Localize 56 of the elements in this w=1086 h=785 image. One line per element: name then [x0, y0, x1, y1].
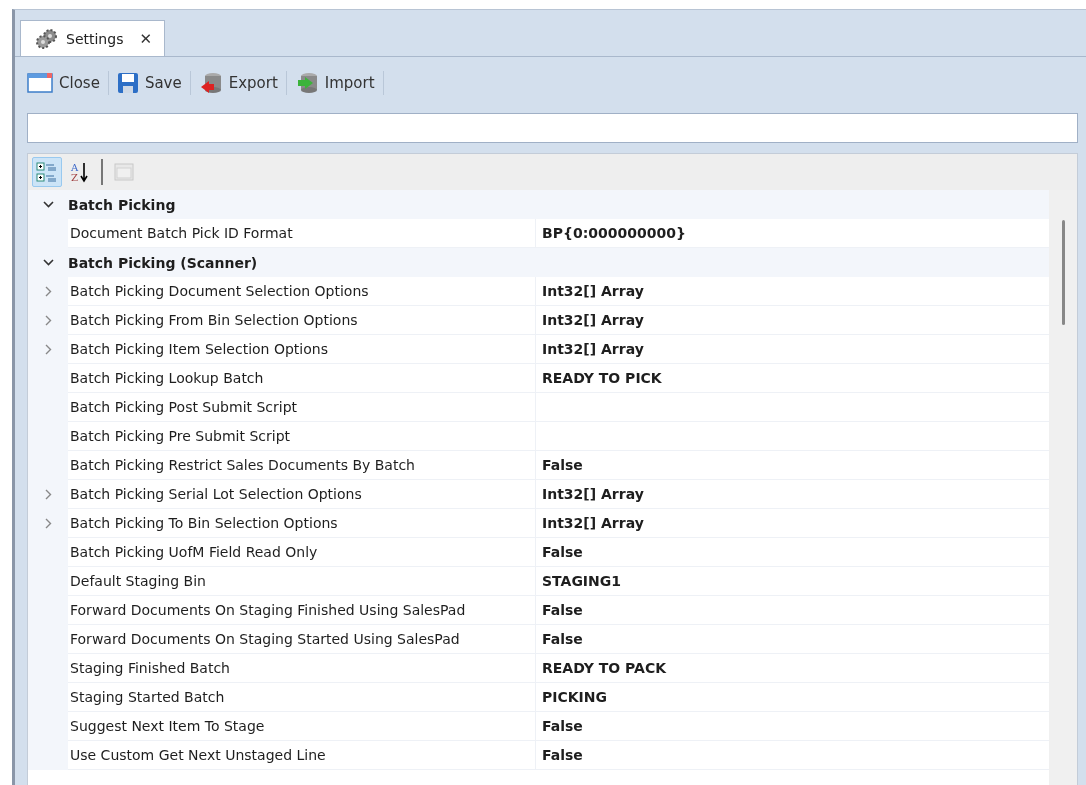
property-name: Forward Documents On Staging Finished Using SalesPad — [68, 596, 536, 625]
scrollbar-thumb[interactable] — [1061, 220, 1065, 325]
chevron-down-icon[interactable] — [42, 201, 54, 208]
chevron-right-icon[interactable] — [44, 518, 52, 529]
property-name: Batch Picking Serial Lot Selection Options — [68, 480, 536, 509]
property-name: Batch Picking To Bin Selection Options — [68, 509, 536, 538]
property-name: Batch Picking From Bin Selection Options — [68, 306, 536, 335]
category-name: Batch Picking — [68, 196, 176, 213]
property-value[interactable]: False — [536, 538, 1049, 567]
property-value[interactable]: False — [536, 741, 1049, 770]
property-name: Default Staging Bin — [68, 567, 536, 596]
property-name: Batch Picking UofM Field Read Only — [68, 538, 536, 567]
property-value[interactable]: PICKING — [536, 683, 1049, 712]
gear-icon — [34, 27, 60, 50]
toolbar-button[interactable]: Close — [25, 70, 106, 96]
tab-label: Settings — [66, 30, 124, 47]
window-icon — [27, 72, 53, 94]
property-name: Staging Finished Batch — [68, 654, 536, 683]
property-value[interactable]: Int32[] Array — [536, 509, 1049, 538]
property-name: Suggest Next Item To Stage — [68, 712, 536, 741]
settings-tab[interactable]: Settings ✕ — [20, 20, 165, 56]
toolbar-button[interactable]: Export — [196, 69, 284, 97]
property-name: Batch Picking Pre Submit Script — [68, 422, 536, 451]
chevron-down-icon[interactable] — [42, 259, 54, 266]
property-value[interactable]: STAGING1 — [536, 567, 1049, 596]
close-icon[interactable]: ✕ — [139, 29, 152, 48]
property-value[interactable]: False — [536, 451, 1049, 480]
property-value[interactable]: False — [536, 712, 1049, 741]
categorized-view-button[interactable] — [32, 157, 62, 187]
search-field[interactable] — [27, 113, 1078, 143]
toolbar-button[interactable]: Save — [114, 70, 188, 96]
property-value[interactable]: READY TO PACK — [536, 654, 1049, 683]
property-name: Forward Documents On Staging Started Using SalesPad — [68, 625, 536, 654]
category-name: Batch Picking (Scanner) — [68, 254, 258, 271]
property-value[interactable]: Int32[] Array — [536, 306, 1049, 335]
property-value[interactable]: Int32[] Array — [536, 480, 1049, 509]
property-value[interactable]: Int32[] Array — [536, 335, 1049, 364]
scrollbar[interactable] — [1049, 190, 1077, 785]
categorized-view-icon — [36, 161, 58, 183]
property-value[interactable]: READY TO PICK — [536, 364, 1049, 393]
chevron-right-icon[interactable] — [44, 344, 52, 355]
property-name: Batch Picking Restrict Sales Documents By Batch — [68, 451, 536, 480]
property-value[interactable]: False — [536, 596, 1049, 625]
chevron-right-icon[interactable] — [44, 286, 52, 297]
property-value[interactable]: False — [536, 625, 1049, 654]
property-name: Batch Picking Lookup Batch — [68, 364, 536, 393]
property-value[interactable]: Int32[] Array — [536, 277, 1049, 306]
toolbar-button[interactable]: Import — [292, 69, 381, 97]
chevron-right-icon[interactable] — [44, 315, 52, 326]
property-pages-icon — [113, 161, 135, 183]
property-name: Batch Picking Item Selection Options — [68, 335, 536, 364]
property-name: Batch Picking Document Selection Options — [68, 277, 536, 306]
property-name: Batch Picking Post Submit Script — [68, 393, 536, 422]
chevron-right-icon[interactable] — [44, 489, 52, 500]
property-name: Use Custom Get Next Unstaged Line — [68, 741, 536, 770]
property-name: Staging Started Batch — [68, 683, 536, 712]
